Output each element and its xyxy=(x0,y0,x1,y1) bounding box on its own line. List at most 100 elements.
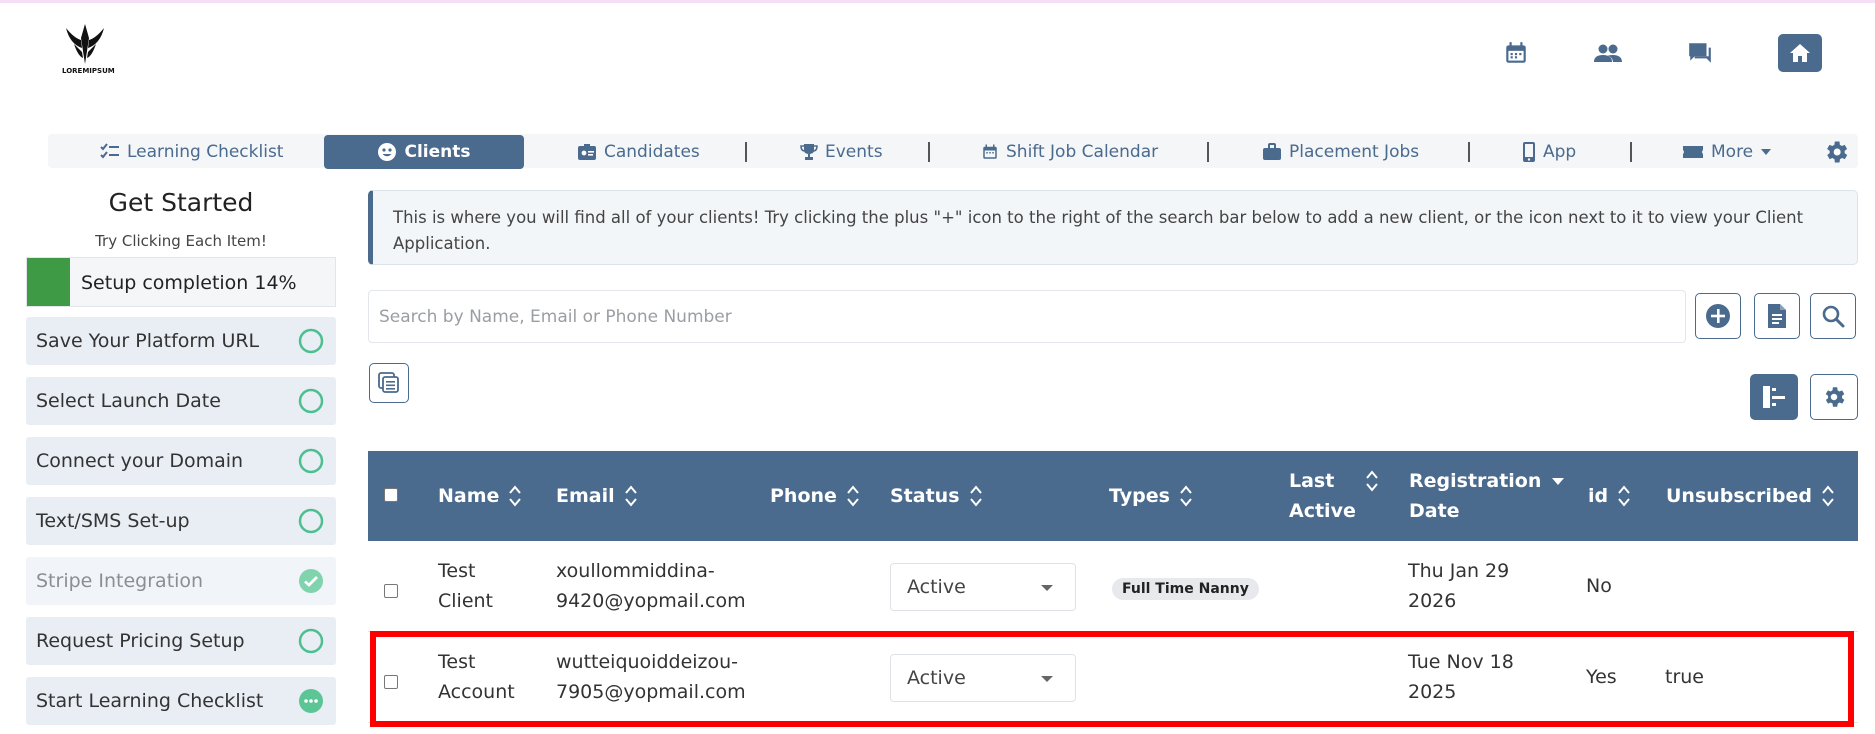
copy-table-icon xyxy=(378,372,399,393)
calendar-icon xyxy=(983,144,997,159)
id-badge-icon xyxy=(578,144,596,160)
sort-icon xyxy=(1180,485,1192,507)
select-all-checkbox[interactable] xyxy=(384,488,398,502)
setup-progress: Setup completion 14% xyxy=(26,257,336,307)
sitemap-icon xyxy=(1763,386,1785,408)
row-checkbox[interactable] xyxy=(384,584,398,598)
sort-icon xyxy=(969,485,982,507)
client-name[interactable]: Test Client xyxy=(438,556,493,616)
step-save-platform-url[interactable]: Save Your Platform URL xyxy=(26,317,336,365)
col-status[interactable]: Status xyxy=(890,481,982,511)
chevron-down-icon xyxy=(1761,149,1772,155)
home-button[interactable] xyxy=(1778,34,1822,72)
get-started-subtitle: Try Clicking Each Item! xyxy=(95,232,267,250)
nav-separator xyxy=(1207,142,1209,162)
step-stripe-integration[interactable]: Stripe Integration xyxy=(26,557,336,605)
tab-learning-checklist[interactable]: Learning Checklist xyxy=(100,136,283,168)
tab-label: Shift Job Calendar xyxy=(1006,142,1159,162)
row-checkbox[interactable] xyxy=(384,675,398,689)
sort-icon xyxy=(1366,470,1378,492)
status-select[interactable]: Active xyxy=(890,654,1076,702)
tab-more[interactable]: More xyxy=(1682,136,1772,168)
smile-icon xyxy=(378,143,397,161)
step-text-sms-setup[interactable]: Text/SMS Set-up xyxy=(26,497,336,545)
client-name[interactable]: Test Account xyxy=(438,647,515,707)
client-email: xoullommiddina- 9420@yopmail.com xyxy=(556,560,746,612)
tab-label: Clients xyxy=(404,142,471,162)
step-label: Select Launch Date xyxy=(36,390,221,412)
tab-events[interactable]: Events xyxy=(800,136,883,168)
table-settings-button[interactable] xyxy=(1810,374,1858,420)
table-row[interactable]: Test Client xoullommiddina- 9420@yopmail.c… xyxy=(368,541,1858,632)
client-id: Yes xyxy=(1586,666,1617,688)
col-label: Email xyxy=(556,485,615,507)
col-email[interactable]: Email xyxy=(556,481,637,511)
tab-clients[interactable]: Clients xyxy=(324,135,524,169)
nav-separator xyxy=(745,142,747,162)
tab-label: Events xyxy=(825,142,883,162)
circle-outline-icon xyxy=(298,388,324,414)
client-application-button[interactable] xyxy=(1754,293,1800,339)
col-id[interactable]: id xyxy=(1588,481,1630,511)
status-select[interactable]: Active xyxy=(890,563,1076,611)
col-registration-date[interactable]: Registration Date xyxy=(1409,466,1565,526)
tab-candidates[interactable]: Candidates xyxy=(577,136,700,168)
step-label: Request Pricing Setup xyxy=(36,630,245,652)
progress-label: Setup completion 14% xyxy=(81,272,297,294)
col-name[interactable]: Name xyxy=(438,481,522,511)
caret-down-icon xyxy=(1041,676,1053,682)
circle-outline-icon xyxy=(298,328,324,354)
copy-button[interactable] xyxy=(369,363,409,403)
search-input[interactable] xyxy=(368,290,1686,343)
col-types[interactable]: Types xyxy=(1109,481,1192,511)
sort-icon xyxy=(1822,485,1834,507)
nav-separator xyxy=(928,142,930,162)
trophy-icon xyxy=(800,144,818,160)
type-badge: Full Time Nanny xyxy=(1112,578,1259,600)
checklist-icon xyxy=(100,143,119,159)
caret-down-icon xyxy=(1041,585,1053,591)
circle-outline-icon xyxy=(298,508,324,534)
column-layout-button[interactable] xyxy=(1750,374,1798,420)
document-icon xyxy=(1768,304,1786,328)
col-unsubscribed[interactable]: Unsubscribed xyxy=(1666,481,1834,511)
col-last-active[interactable]: Last Active xyxy=(1289,466,1378,526)
registration-date: Tue Nov 18 2025 xyxy=(1408,651,1514,703)
circle-outline-icon xyxy=(298,628,324,654)
col-label: Unsubscribed xyxy=(1666,485,1812,507)
progress-fill xyxy=(27,258,70,306)
logo-mark-icon xyxy=(66,24,104,64)
plus-circle-icon xyxy=(1706,304,1730,328)
tab-placement-jobs[interactable]: Placement Jobs xyxy=(1262,136,1419,168)
calendar-icon[interactable] xyxy=(1498,35,1534,71)
registration-date: Thu Jan 29 2026 xyxy=(1408,560,1510,612)
logo-text: LOREMIPSUM xyxy=(62,67,115,75)
sort-desc-icon xyxy=(1552,478,1565,485)
add-client-button[interactable] xyxy=(1695,293,1741,339)
step-start-learning-checklist[interactable]: Start Learning Checklist xyxy=(26,677,336,725)
briefcase-icon xyxy=(1263,143,1281,160)
info-banner: This is where you will find all of your … xyxy=(368,190,1858,265)
step-request-pricing-setup[interactable]: Request Pricing Setup xyxy=(26,617,336,665)
col-phone[interactable]: Phone xyxy=(770,481,859,511)
nav-separator xyxy=(1630,142,1632,162)
table-row[interactable]: Test Account wutteiquoiddeizou- 7905@yopma… xyxy=(368,632,1858,723)
search-button[interactable] xyxy=(1810,293,1856,339)
col-label: Status xyxy=(890,485,960,507)
step-label: Start Learning Checklist xyxy=(36,690,264,712)
step-connect-domain[interactable]: Connect your Domain xyxy=(26,437,336,485)
status-value: Active xyxy=(907,576,966,598)
gear-icon[interactable] xyxy=(1818,134,1854,170)
chat-icon[interactable] xyxy=(1682,35,1718,71)
step-label: Connect your Domain xyxy=(36,450,244,472)
tab-app[interactable]: App xyxy=(1522,136,1576,168)
client-unsubscribed: true xyxy=(1665,666,1704,688)
col-label: Registration Date xyxy=(1409,470,1542,522)
tab-shift-job-calendar[interactable]: Shift Job Calendar xyxy=(981,136,1158,168)
get-started-title: Get Started xyxy=(108,188,254,217)
tab-label: More xyxy=(1711,142,1754,162)
step-select-launch-date[interactable]: Select Launch Date xyxy=(26,377,336,425)
tab-label: Learning Checklist xyxy=(127,142,284,162)
tab-label: App xyxy=(1543,142,1577,162)
people-icon[interactable] xyxy=(1590,35,1626,71)
